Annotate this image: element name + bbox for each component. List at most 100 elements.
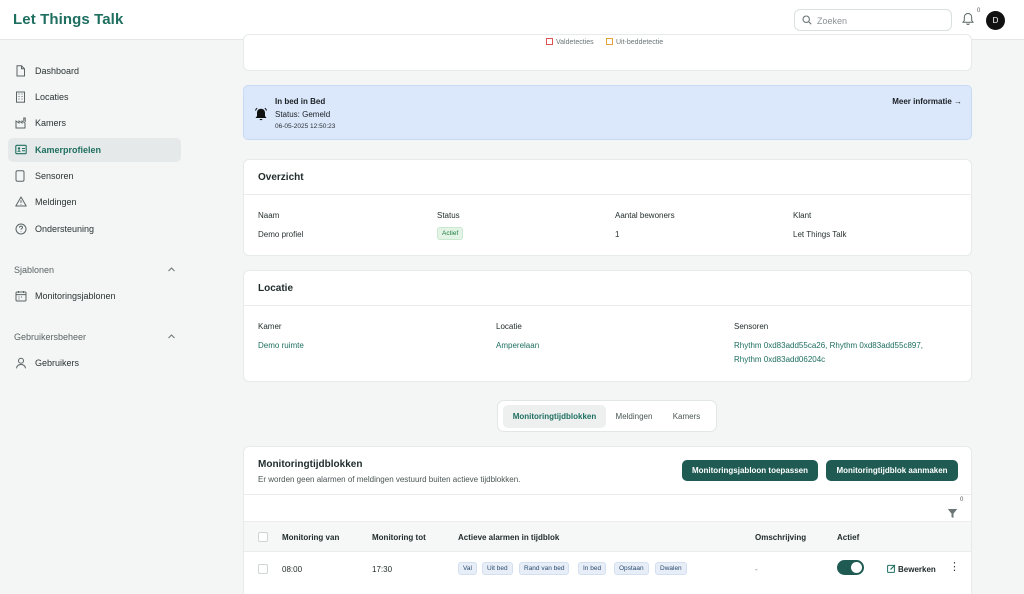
chevron-up-icon[interactable] bbox=[167, 265, 176, 274]
column-header[interactable]: Monitoring van bbox=[282, 533, 339, 542]
chevron-up-icon[interactable] bbox=[167, 332, 176, 341]
edit-button[interactable]: Bewerken bbox=[887, 564, 936, 574]
alert-timestamp: 06-05-2025 12:50:23 bbox=[275, 123, 336, 130]
alert-banner: In bed in Bed Status: Gemeld 06-05-2025 … bbox=[243, 85, 972, 140]
column-header[interactable]: Actieve alarmen in tijdblok bbox=[458, 533, 559, 542]
filter-count: 0 bbox=[960, 497, 964, 503]
section-label: Sjablonen bbox=[14, 265, 55, 275]
legend-label: Valdetecties bbox=[556, 39, 594, 46]
tab-kamers[interactable]: Kamers bbox=[662, 405, 711, 428]
active-toggle[interactable] bbox=[837, 560, 864, 575]
column-header[interactable]: Monitoring tot bbox=[372, 533, 426, 542]
location-title: Locatie bbox=[258, 283, 294, 294]
building-icon bbox=[16, 91, 25, 103]
sidebar-item-label: Monitoringsjablonen bbox=[35, 291, 116, 301]
warning-icon bbox=[15, 196, 27, 207]
overview-residents-value: 1 bbox=[615, 230, 620, 239]
more-info-link[interactable]: Meer informatie → bbox=[892, 97, 962, 106]
alarm-bell-icon bbox=[255, 107, 267, 121]
tab-bar: Monitoringtijdblokken Meldingen Kamers bbox=[497, 400, 717, 432]
location-card: Locatie Kamer Locatie Sensoren Demo ruim… bbox=[243, 270, 972, 382]
toggle-knob bbox=[851, 562, 862, 573]
avatar[interactable]: D bbox=[986, 11, 1005, 30]
alarm-chip: Rand van bed bbox=[519, 562, 570, 575]
room-link[interactable]: Demo ruimte bbox=[258, 341, 304, 350]
notification-count: 0 bbox=[977, 8, 981, 14]
factory-icon bbox=[15, 117, 26, 129]
sidebar-item-sensoren[interactable]: Sensoren bbox=[8, 164, 181, 188]
alert-status: Status: Gemeld bbox=[275, 110, 331, 119]
sidebar-item-meldingen[interactable]: Meldingen bbox=[8, 190, 181, 214]
overview-card: Overzicht Naam Status Aantal bewoners Kl… bbox=[243, 159, 972, 256]
monitoring-to: 17:30 bbox=[372, 565, 393, 574]
sidebar-item-locaties[interactable]: Locaties bbox=[8, 85, 181, 109]
search-box[interactable] bbox=[794, 9, 952, 31]
alarm-chip: Val bbox=[458, 562, 477, 575]
overview-header-status: Status bbox=[437, 211, 460, 220]
monitoring-from: 08:00 bbox=[282, 565, 303, 574]
create-block-button[interactable]: Monitoringtijdblok aanmaken bbox=[826, 460, 958, 481]
tab-monitoringtijdblokken[interactable]: Monitoringtijdblokken bbox=[503, 405, 606, 428]
sidebar-item-ondersteuning[interactable]: Ondersteuning bbox=[8, 217, 181, 241]
sensors-link-line2[interactable]: Rhythm 0xd83add06204c bbox=[734, 355, 825, 364]
sidebar-item-label: Kamerprofielen bbox=[35, 145, 102, 155]
monitoring-title: Monitoringtijdblokken bbox=[258, 459, 363, 470]
sidebar-item-monitoringsjablonen[interactable]: Monitoringsjablonen bbox=[8, 284, 181, 308]
file-icon bbox=[16, 65, 25, 77]
main-content: Valdetecties Uit-beddetectie In bed in B… bbox=[190, 34, 1024, 594]
status-badge: Actief bbox=[437, 227, 464, 240]
location-header-sensors: Sensoren bbox=[734, 322, 769, 331]
legend-fall[interactable]: Valdetecties bbox=[546, 38, 594, 46]
divider bbox=[244, 494, 971, 495]
edit-icon bbox=[887, 564, 896, 573]
monitoring-subtitle: Er worden geen alarmen of meldingen vest… bbox=[258, 475, 521, 484]
column-header[interactable]: Actief bbox=[837, 533, 859, 542]
legend-out-of-bed[interactable]: Uit-beddetectie bbox=[606, 38, 663, 46]
overview-header-name: Naam bbox=[258, 211, 280, 220]
filter-icon[interactable] bbox=[947, 508, 958, 519]
notification-bell-icon[interactable] bbox=[962, 12, 974, 26]
sidebar-item-kamerprofielen[interactable]: Kamerprofielen bbox=[8, 138, 181, 162]
monitoring-card: Monitoringtijdblokken Er worden geen ala… bbox=[243, 446, 972, 594]
alarm-chip: Dwalen bbox=[655, 562, 687, 575]
overview-name-value: Demo profiel bbox=[258, 230, 304, 239]
monitoring-description: - bbox=[755, 565, 758, 574]
sidebar-item-label: Ondersteuning bbox=[35, 224, 95, 234]
legend-label: Uit-beddetectie bbox=[616, 39, 664, 46]
section-gebruikersbeheer[interactable]: Gebruikersbeheer bbox=[14, 332, 176, 342]
chart-card: Valdetecties Uit-beddetectie bbox=[243, 34, 972, 71]
divider bbox=[244, 305, 971, 306]
column-header[interactable]: Omschrijving bbox=[755, 533, 806, 542]
alarm-chip: Uit bed bbox=[482, 562, 513, 575]
tab-meldingen[interactable]: Meldingen bbox=[608, 405, 660, 428]
sidebar-item-label: Dashboard bbox=[35, 66, 80, 76]
location-header-location: Locatie bbox=[496, 322, 522, 331]
select-all-checkbox[interactable] bbox=[258, 532, 268, 542]
sidebar-item-label: Kamers bbox=[35, 118, 67, 128]
user-icon bbox=[16, 357, 26, 369]
sensors-link-line1[interactable]: Rhythm 0xd83add55ca26, Rhythm 0xd83add55… bbox=[734, 341, 923, 350]
alarm-chip: Opstaan bbox=[614, 562, 649, 575]
sidebar-item-dashboard[interactable]: Dashboard bbox=[8, 59, 181, 83]
section-label: Gebruikersbeheer bbox=[14, 332, 87, 342]
sidebar-item-label: Locaties bbox=[35, 92, 69, 102]
location-header-room: Kamer bbox=[258, 322, 282, 331]
row-checkbox[interactable] bbox=[258, 564, 268, 574]
sidebar: Dashboard Locaties Kamers Kamerprofielen… bbox=[0, 40, 190, 594]
location-link[interactable]: Amperelaan bbox=[496, 341, 539, 350]
more-options-icon[interactable]: ⋮ bbox=[949, 560, 960, 573]
sidebar-item-kamers[interactable]: Kamers bbox=[8, 111, 181, 135]
sidebar-item-gebruikers[interactable]: Gebruikers bbox=[8, 351, 181, 375]
edit-label: Bewerken bbox=[898, 565, 936, 574]
alert-title: In bed in Bed bbox=[275, 97, 326, 106]
device-icon bbox=[15, 170, 25, 182]
divider bbox=[244, 194, 971, 195]
overview-title: Overzicht bbox=[258, 172, 304, 183]
apply-template-button[interactable]: Monitoringsjabloon toepassen bbox=[682, 460, 818, 481]
overview-header-client: Klant bbox=[793, 211, 812, 220]
search-input[interactable] bbox=[817, 13, 947, 28]
brand-logo[interactable]: Let Things Talk bbox=[13, 11, 123, 28]
section-sjablonen[interactable]: Sjablonen bbox=[14, 265, 176, 275]
sidebar-item-label: Meldingen bbox=[35, 197, 77, 207]
overview-header-residents: Aantal bewoners bbox=[615, 211, 675, 220]
